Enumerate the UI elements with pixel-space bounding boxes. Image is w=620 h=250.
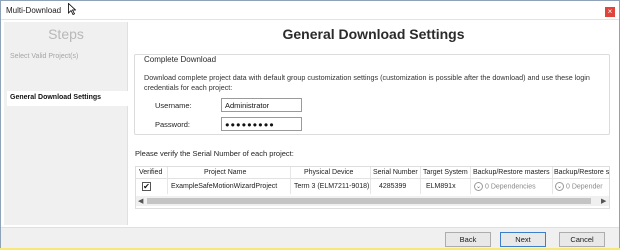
column-header-verified[interactable]: Verified (139, 169, 162, 176)
verified-checkbox[interactable]: ✔ (142, 182, 151, 191)
table-row[interactable]: ✔ ExampleSafeMotionWizardProject Term 3 … (136, 181, 609, 194)
window-title: Multi-Download (6, 6, 62, 15)
steps-title: Steps (48, 26, 84, 42)
password-label: Password: (155, 120, 191, 129)
column-header-backup-s[interactable]: Backup/Restore s (554, 169, 609, 176)
cell-serial-number[interactable]: 4285399 (379, 183, 406, 190)
step-select-valid-projects: Select Valid Project(s) (10, 53, 79, 60)
cell-backup-masters: ⌄ 0 Dependencies (474, 182, 536, 191)
multi-download-dialog: Multi-Download × Steps Select Valid Proj… (0, 0, 620, 248)
scroll-right-icon[interactable]: ▶ (601, 197, 606, 205)
grid-header: Verified Project Name Physical Device Se… (136, 167, 609, 179)
group-description: Download complete project data with defa… (144, 73, 590, 92)
horizontal-scrollbar[interactable]: ◀ ▶ (136, 196, 609, 206)
username-label: Username: (155, 101, 192, 110)
dialog-footer: Back Next Cancel (1, 227, 619, 248)
column-header-physical-device[interactable]: Physical Device (304, 169, 353, 176)
column-header-project-name[interactable]: Project Name (204, 169, 246, 176)
back-button[interactable]: Back (445, 232, 491, 247)
scroll-left-icon[interactable]: ◀ (138, 197, 143, 205)
column-header-target-system[interactable]: Target System (423, 169, 468, 176)
serial-grid: Verified Project Name Physical Device Se… (135, 166, 610, 209)
titlebar: Multi-Download × (1, 1, 619, 20)
complete-download-group: Complete Download Download complete proj… (134, 54, 610, 135)
close-button[interactable]: × (605, 7, 615, 17)
chevron-down-icon[interactable]: ⌄ (474, 182, 483, 191)
page-title: General Download Settings (282, 26, 465, 42)
column-header-backup-masters[interactable]: Backup/Restore masters (473, 169, 550, 176)
cancel-button[interactable]: Cancel (559, 232, 605, 247)
password-field[interactable]: ●●●●●●●●● (221, 117, 302, 131)
cell-project-name: ExampleSafeMotionWizardProject (171, 183, 278, 190)
column-header-serial-number[interactable]: Serial Number (373, 169, 418, 176)
cell-backup-s: ⌄ 0 Depender (555, 182, 603, 191)
steps-sidebar: Steps Select Valid Project(s) General Do… (4, 22, 128, 225)
group-title: Complete Download (144, 55, 217, 64)
serial-verify-prompt: Please verify the Serial Number of each … (135, 149, 294, 158)
cell-target-system: ELM891x (426, 183, 456, 190)
backup-masters-value: 0 Dependencies (485, 183, 536, 191)
backup-s-value: 0 Depender (566, 183, 603, 191)
chevron-down-icon[interactable]: ⌄ (555, 182, 564, 191)
username-field[interactable]: Administrator (221, 98, 302, 112)
step-general-download-settings: General Download Settings (7, 91, 128, 106)
scrollbar-thumb[interactable] (147, 198, 591, 204)
mouse-cursor-icon (68, 3, 76, 15)
next-button[interactable]: Next (500, 232, 546, 247)
cell-physical-device: Term 3 (ELM7211-9018) (294, 183, 370, 190)
